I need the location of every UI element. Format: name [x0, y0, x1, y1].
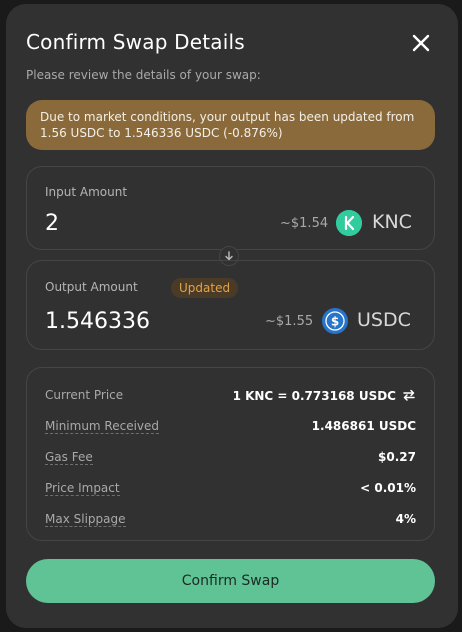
input-token-symbol: KNC [372, 211, 412, 233]
usdc-token-icon: $ [322, 308, 348, 334]
current-price-label: Current Price [45, 388, 124, 402]
minimum-received-row: Minimum Received 1.486861 USDC [45, 419, 416, 437]
dialog-title: Confirm Swap Details [26, 30, 245, 54]
output-token-symbol: USDC [357, 309, 411, 331]
current-price-text: 1 KNC = 0.773168 USDC [232, 389, 396, 403]
price-impact-value: < 0.01% [360, 481, 416, 495]
swap-details-panel: Current Price 1 KNC = 0.773168 USDC Mini… [26, 367, 435, 541]
confirm-swap-button[interactable]: Confirm Swap [26, 559, 435, 603]
input-amount-value: 2 [45, 211, 59, 236]
output-usd-value: ~$1.55 [265, 314, 314, 329]
dialog-subtitle: Please review the details of your swap: [26, 68, 261, 82]
gas-fee-value: $0.27 [378, 450, 416, 464]
output-amount-panel: Output Amount Updated 1.546336 ~$1.55 $ … [26, 260, 435, 350]
confirm-swap-dialog: Confirm Swap Details Please review the d… [6, 4, 458, 628]
close-icon[interactable] [410, 32, 432, 54]
updated-badge: Updated [171, 278, 239, 298]
current-price-row: Current Price 1 KNC = 0.773168 USDC [45, 388, 416, 406]
price-update-warning: Due to market conditions, your output ha… [26, 100, 435, 150]
minimum-received-value: 1.486861 USDC [311, 419, 416, 433]
input-amount-panel: Input Amount 2 ~$1.54 KNC [26, 166, 435, 250]
svg-text:$: $ [331, 315, 339, 329]
max-slippage-row: Max Slippage 4% [45, 512, 416, 530]
gas-fee-label: Gas Fee [45, 450, 93, 465]
minimum-received-label: Minimum Received [45, 419, 160, 434]
gas-fee-row: Gas Fee $0.27 [45, 450, 416, 468]
max-slippage-label: Max Slippage [45, 512, 126, 527]
price-impact-row: Price Impact < 0.01% [45, 481, 416, 499]
input-amount-label: Input Amount [45, 185, 128, 199]
output-amount-label: Output Amount [45, 280, 138, 294]
input-usd-value: ~$1.54 [280, 216, 329, 231]
max-slippage-value: 4% [395, 512, 416, 526]
knc-token-icon [336, 210, 362, 236]
output-amount-value: 1.546336 [45, 309, 150, 334]
price-impact-label: Price Impact [45, 481, 120, 496]
swap-direction-icon[interactable] [402, 388, 416, 405]
current-price-value: 1 KNC = 0.773168 USDC [233, 388, 416, 405]
